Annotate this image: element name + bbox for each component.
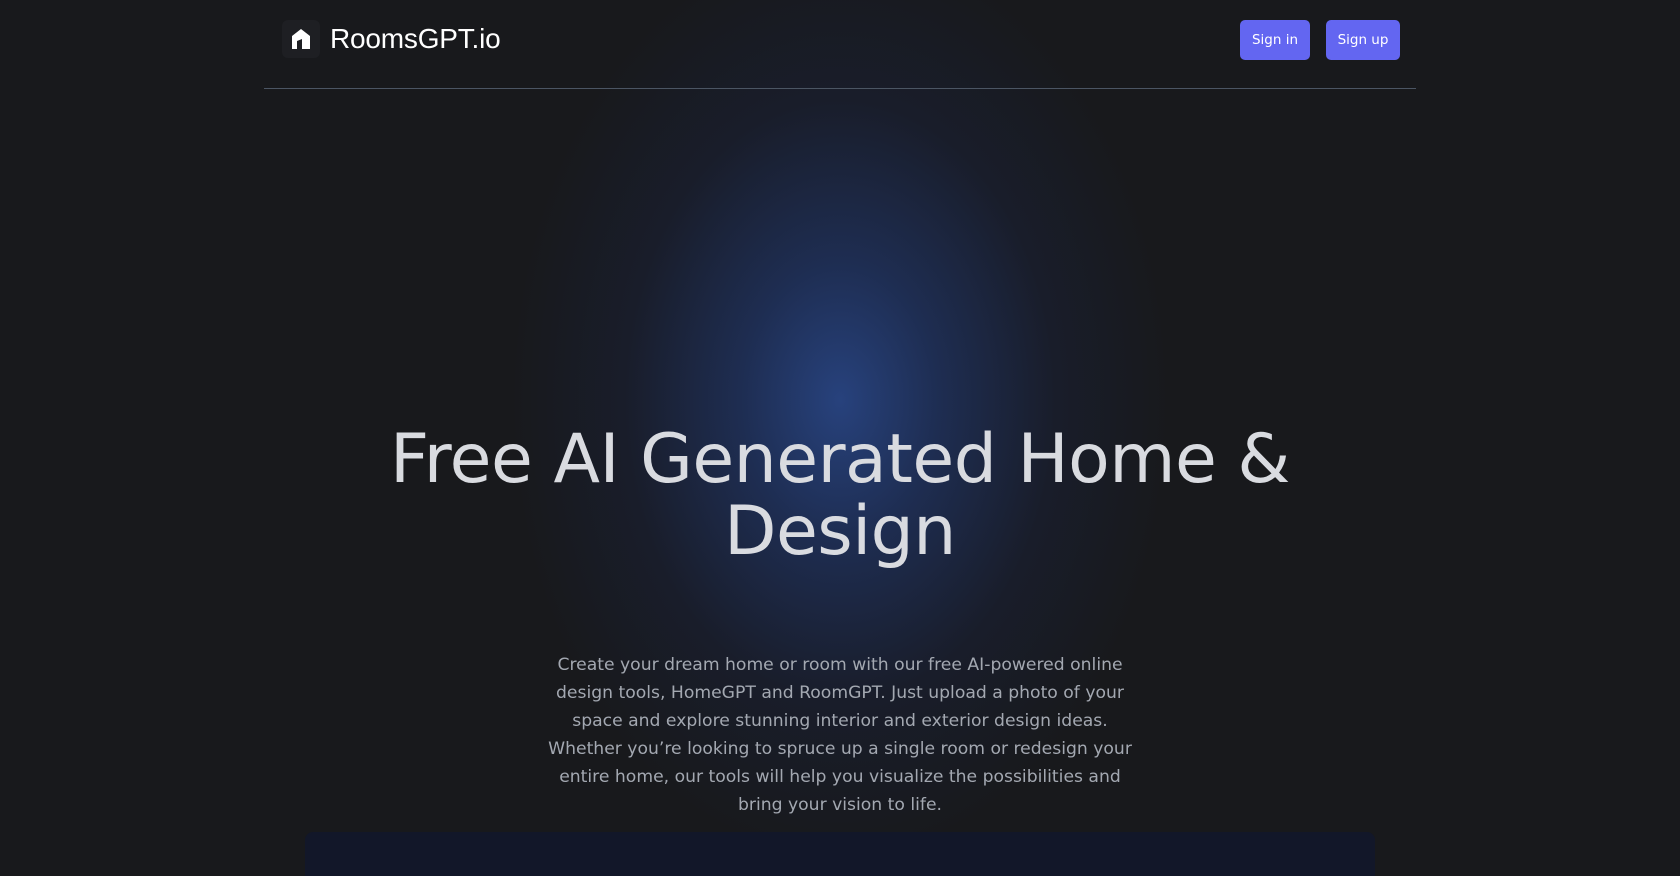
house-icon	[282, 20, 320, 58]
sign-in-button[interactable]: Sign in	[1240, 20, 1310, 60]
preview-panel	[305, 832, 1375, 876]
hero-title: Free AI Generated Home & Design	[390, 420, 1290, 571]
hero-description: Create your dream home or room with our …	[548, 655, 1132, 815]
site-header: RoomsGPT.io Sign in Sign up	[264, 0, 1416, 89]
brand-home-link[interactable]: RoomsGPT.io	[282, 19, 501, 59]
brand-name: RoomsGPT.io	[330, 23, 501, 54]
sign-up-button[interactable]: Sign up	[1326, 20, 1400, 60]
